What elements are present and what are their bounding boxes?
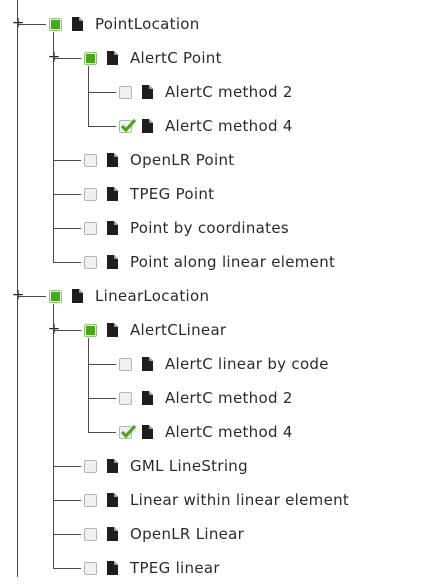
tree-node-alertc-method-2[interactable]: AlertC method 2 xyxy=(119,75,293,109)
tree-node-alertclinear[interactable]: AlertCLinear xyxy=(84,313,226,347)
checkbox-unchecked[interactable] xyxy=(84,255,97,269)
tree-node-alertc-method-4[interactable]: AlertC method 4 xyxy=(119,109,293,143)
tree-node-label: GML LineString xyxy=(130,457,248,475)
checkbox-partial[interactable] xyxy=(49,289,62,303)
document-icon xyxy=(107,255,118,269)
tree-connector-line xyxy=(88,126,116,127)
document-icon xyxy=(142,119,153,133)
tree-node-pointlocation[interactable]: PointLocation xyxy=(49,7,200,41)
document-icon xyxy=(72,289,83,303)
tree-node-tpeg-linear[interactable]: TPEG linear xyxy=(84,551,220,585)
tree-connector-line xyxy=(53,304,54,568)
document-icon xyxy=(142,357,153,371)
plus-icon[interactable]: + xyxy=(12,15,25,31)
tree-node-label: OpenLR Linear xyxy=(130,525,245,543)
plus-icon[interactable]: + xyxy=(48,321,61,337)
checkbox-partial[interactable] xyxy=(84,51,97,65)
tree-node-point-along-linear-element[interactable]: Point along linear element xyxy=(84,245,335,279)
tree-root-guide-line xyxy=(17,0,18,577)
tree-node-linear-within-linear-element[interactable]: Linear within linear element xyxy=(84,483,349,517)
tree-node-label: AlertC method 4 xyxy=(165,423,293,441)
document-icon xyxy=(107,153,118,167)
tree-connector-line xyxy=(53,194,81,195)
tree-node-label: Point by coordinates xyxy=(130,219,289,237)
check-icon xyxy=(120,424,137,438)
tree-node-label: OpenLR Point xyxy=(130,151,235,169)
tree-connector-line xyxy=(53,500,81,501)
tree-node-alertc-linear-by-code[interactable]: AlertC linear by code xyxy=(119,347,329,381)
tree-connector-line xyxy=(88,92,116,93)
document-icon xyxy=(107,561,118,575)
tree-node-label: AlertC method 4 xyxy=(165,117,293,135)
tree-connector-line xyxy=(53,466,81,467)
tree-connector-line xyxy=(53,262,81,263)
checkbox-unchecked[interactable] xyxy=(119,357,132,371)
tree-node-label: AlertC Point xyxy=(130,49,222,67)
document-icon xyxy=(72,17,83,31)
tree-node-label: AlertC linear by code xyxy=(165,355,329,373)
checkbox-unchecked[interactable] xyxy=(84,561,97,575)
tree-connector-line xyxy=(53,534,81,535)
tree-node-linearlocation[interactable]: LinearLocation xyxy=(49,279,209,313)
document-icon xyxy=(107,51,118,65)
plus-icon[interactable]: + xyxy=(48,49,61,65)
checkbox-checked[interactable] xyxy=(119,118,137,133)
document-icon xyxy=(107,493,118,507)
tree-node-label: TPEG linear xyxy=(130,559,220,577)
tree-node-gml-linestring[interactable]: GML LineString xyxy=(84,449,248,483)
document-icon xyxy=(142,425,153,439)
document-icon xyxy=(142,85,153,99)
tree-node-label: AlertC method 2 xyxy=(165,389,293,407)
tree-node-label: PointLocation xyxy=(95,15,200,33)
tree-connector-line xyxy=(53,32,54,262)
checkbox-unchecked[interactable] xyxy=(119,391,132,405)
check-icon xyxy=(120,118,137,132)
location-tree: PointLocation + AlertC Point + AlertC method… xyxy=(0,0,421,577)
tree-node-alertc-point[interactable]: AlertC Point xyxy=(84,41,222,75)
tree-connector-line xyxy=(53,160,81,161)
tree-node-alertc-method-2[interactable]: AlertC method 2 xyxy=(119,381,293,415)
checkbox-unchecked[interactable] xyxy=(84,187,97,201)
tree-node-tpeg-point[interactable]: TPEG Point xyxy=(84,177,214,211)
tree-connector-line xyxy=(88,66,89,126)
tree-node-label: TPEG Point xyxy=(130,185,215,203)
tree-connector-line xyxy=(88,432,116,433)
tree-node-label: Linear within linear element xyxy=(130,491,350,509)
tree-node-point-by-coordinates[interactable]: Point by coordinates xyxy=(84,211,289,245)
tree-connector-line xyxy=(88,338,89,432)
checkbox-unchecked[interactable] xyxy=(84,459,97,473)
plus-icon[interactable]: + xyxy=(12,287,25,303)
document-icon xyxy=(107,459,118,473)
tree-node-label: Point along linear element xyxy=(130,253,336,271)
tree-node-label: AlertC method 2 xyxy=(165,83,293,101)
checkbox-checked[interactable] xyxy=(119,424,137,439)
document-icon xyxy=(107,527,118,541)
document-icon xyxy=(107,221,118,235)
document-icon xyxy=(107,187,118,201)
tree-node-label: AlertCLinear xyxy=(130,321,227,339)
checkbox-partial[interactable] xyxy=(84,323,97,337)
document-icon xyxy=(107,323,118,337)
checkbox-unchecked[interactable] xyxy=(84,153,97,167)
tree-connector-line xyxy=(53,568,81,569)
checkbox-unchecked[interactable] xyxy=(84,493,97,507)
tree-node-openlr-point[interactable]: OpenLR Point xyxy=(84,143,234,177)
tree-node-alertc-method-4[interactable]: AlertC method 4 xyxy=(119,415,293,449)
tree-node-openlr-linear[interactable]: OpenLR Linear xyxy=(84,517,244,551)
checkbox-unchecked[interactable] xyxy=(84,527,97,541)
tree-node-label: LinearLocation xyxy=(95,287,210,305)
checkbox-unchecked[interactable] xyxy=(119,85,132,99)
checkbox-unchecked[interactable] xyxy=(84,221,97,235)
checkbox-partial[interactable] xyxy=(49,17,62,31)
tree-connector-line xyxy=(88,364,116,365)
tree-connector-line xyxy=(53,228,81,229)
document-icon xyxy=(142,391,153,405)
tree-connector-line xyxy=(88,398,116,399)
